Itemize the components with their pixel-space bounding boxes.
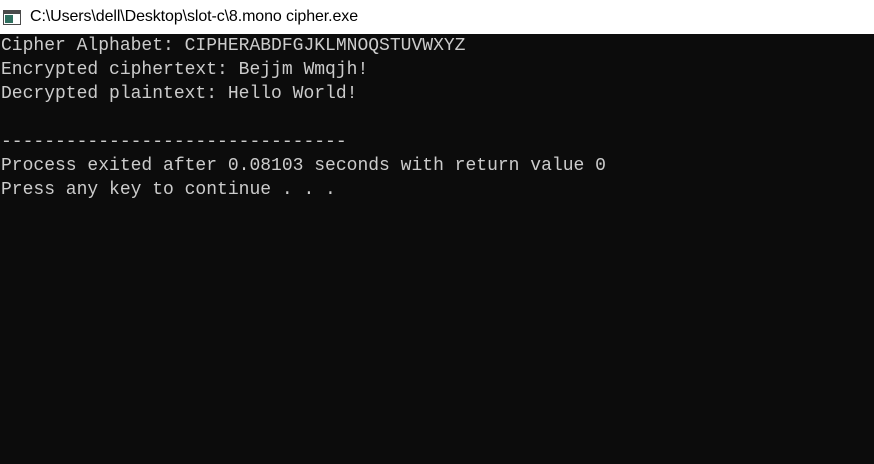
output-line-cipher-alphabet: Cipher Alphabet: CIPHERABDFGJKLMNOQSTUVW…: [1, 36, 466, 56]
console-window: C:\Users\dell\Desktop\slot-c\8.mono ciph…: [0, 0, 874, 464]
title-bar[interactable]: C:\Users\dell\Desktop\slot-c\8.mono ciph…: [0, 0, 874, 34]
window-title: C:\Users\dell\Desktop\slot-c\8.mono ciph…: [30, 8, 358, 25]
output-line-decrypted: Decrypted plaintext: Hello World!: [1, 84, 358, 104]
output-line-encrypted: Encrypted ciphertext: Bejjm Wmqjh!: [1, 60, 369, 80]
console-app-icon: [3, 9, 21, 25]
console-icon-screen: [5, 14, 13, 23]
output-line-separator: --------------------------------: [1, 132, 347, 152]
console-icon-titlebar: [4, 10, 20, 14]
output-line-press-any-key: Press any key to continue . . .: [1, 180, 336, 200]
console-output[interactable]: Cipher Alphabet: CIPHERABDFGJKLMNOQSTUVW…: [0, 34, 874, 464]
output-line-process-exited: Process exited after 0.08103 seconds wit…: [1, 156, 606, 176]
